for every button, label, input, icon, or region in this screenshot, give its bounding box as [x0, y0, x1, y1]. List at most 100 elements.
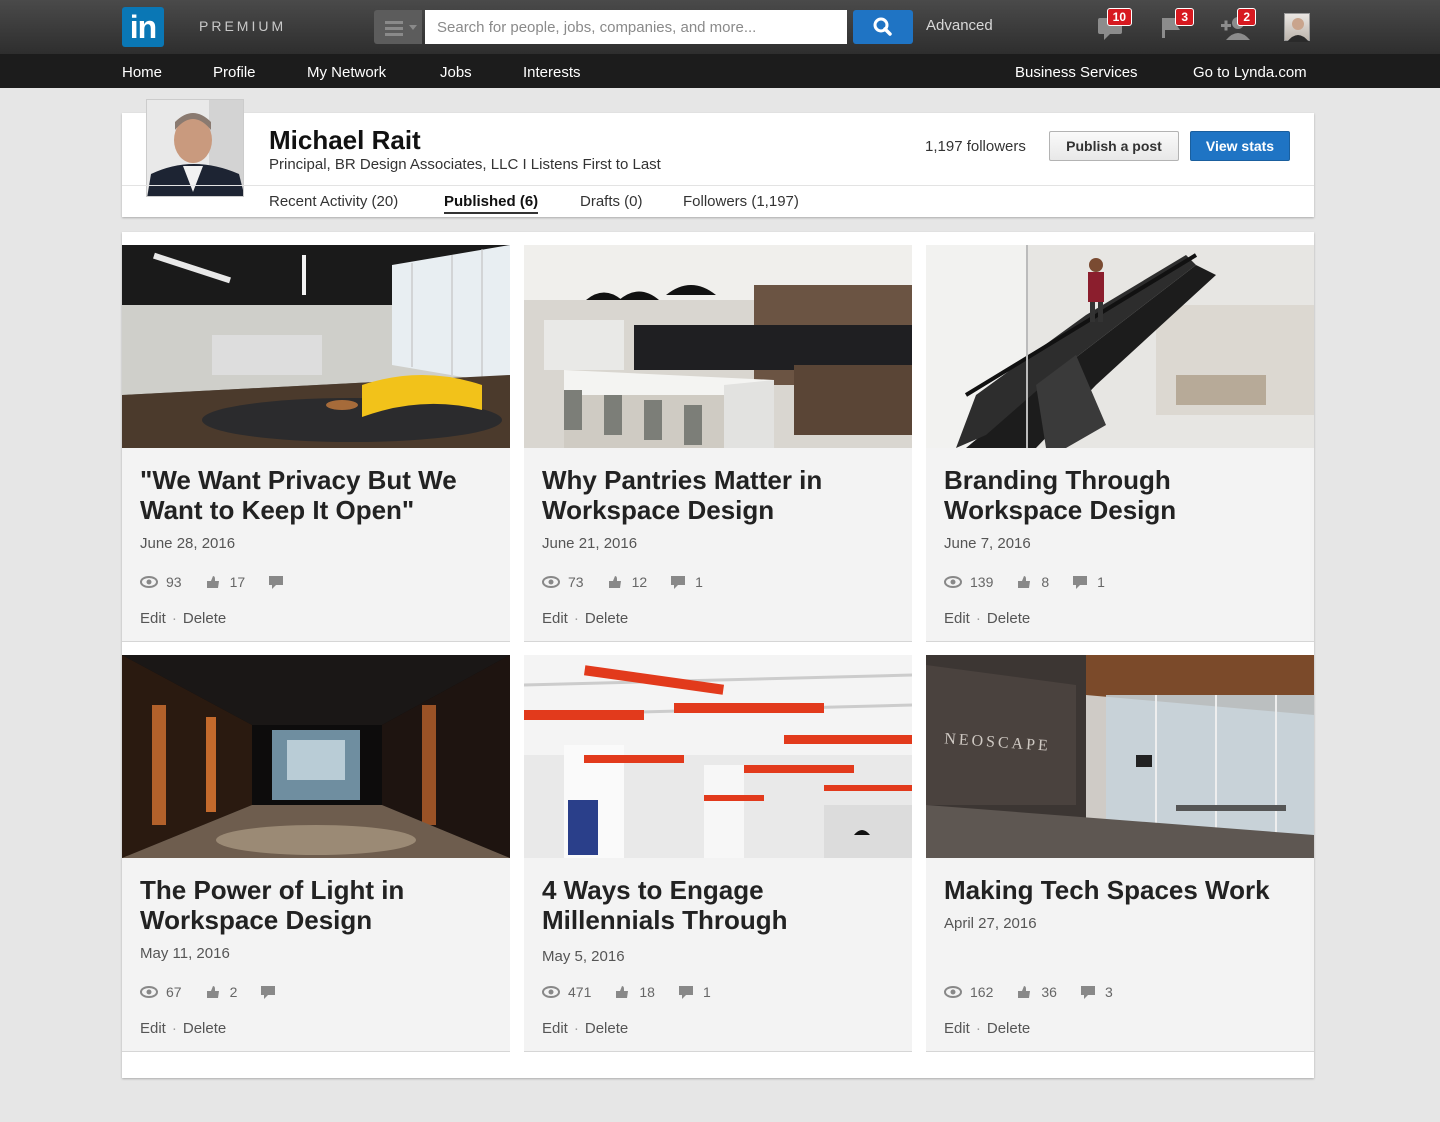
- post-title[interactable]: Why Pantries Matter in Workspace Design: [542, 465, 902, 525]
- edit-link[interactable]: Edit: [542, 610, 568, 627]
- post-image-corridor: [122, 655, 510, 858]
- like-icon: [608, 576, 621, 588]
- edit-link[interactable]: Edit: [944, 1020, 970, 1037]
- delete-link[interactable]: Delete: [183, 1020, 226, 1037]
- post-thumbnail[interactable]: [524, 655, 912, 858]
- views-icon: [944, 986, 962, 998]
- views-count: 73: [568, 574, 584, 590]
- nav-home[interactable]: Home: [122, 64, 162, 81]
- delete-link[interactable]: Delete: [585, 1020, 628, 1037]
- post-card[interactable]: The Power of Light in Workspace Design M…: [122, 655, 510, 1052]
- avatar-image: [1287, 18, 1309, 42]
- post-thumbnail[interactable]: NEOSCAPE: [926, 655, 1314, 858]
- post-date: June 28, 2016: [140, 535, 236, 552]
- views-count: 471: [568, 984, 592, 1000]
- messages-button[interactable]: 10: [1094, 8, 1132, 44]
- post-date: May 5, 2016: [542, 948, 625, 965]
- linkedin-logo[interactable]: in: [122, 7, 164, 47]
- post-card[interactable]: Why Pantries Matter in Workspace Design …: [524, 245, 912, 642]
- post-date: April 27, 2016: [944, 915, 1037, 932]
- post-image-red-lights: [524, 655, 912, 858]
- search-category-menu-button[interactable]: [374, 10, 422, 44]
- post-stats: 67 2: [140, 983, 307, 1001]
- post-date: June 21, 2016: [542, 535, 638, 552]
- delete-link[interactable]: Delete: [585, 610, 628, 627]
- post-stats: 471 18 1: [542, 983, 733, 1001]
- nav-my-network[interactable]: My Network: [307, 64, 386, 81]
- post-image-pantry: [524, 245, 912, 448]
- post-title[interactable]: Making Tech Spaces Work: [944, 875, 1304, 905]
- tab-followers[interactable]: Followers (1,197): [683, 193, 799, 210]
- post-date: May 11, 2016: [140, 945, 230, 962]
- delete-link[interactable]: Delete: [987, 610, 1030, 627]
- post-stats: 162 36 3: [944, 983, 1135, 1001]
- nav-profile[interactable]: Profile: [213, 64, 256, 81]
- views-count: 67: [166, 984, 182, 1000]
- post-actions: Edit · Delete: [140, 1020, 226, 1037]
- edit-link[interactable]: Edit: [140, 1020, 166, 1037]
- post-card[interactable]: "We Want Privacy But We Want to Keep It …: [122, 245, 510, 642]
- search-button[interactable]: [853, 10, 913, 44]
- views-icon: [944, 576, 962, 588]
- post-title[interactable]: The Power of Light in Workspace Design: [140, 875, 500, 935]
- post-stats: 93 17: [140, 573, 315, 591]
- post-title[interactable]: Branding Through Workspace Design: [944, 465, 1304, 525]
- like-icon: [206, 986, 219, 998]
- tab-drafts[interactable]: Drafts (0): [580, 193, 643, 210]
- post-thumbnail[interactable]: [524, 245, 912, 448]
- action-separator: ·: [975, 610, 981, 627]
- views-count: 162: [970, 984, 994, 1000]
- post-date: June 7, 2016: [944, 535, 1031, 552]
- post-title[interactable]: "We Want Privacy But We Want to Keep It …: [140, 465, 500, 525]
- views-icon: [140, 986, 158, 998]
- post-stats: 73 12 1: [542, 573, 725, 591]
- notifications-button[interactable]: 3: [1156, 8, 1194, 44]
- post-title[interactable]: 4 Ways to Engage Millennials Through: [542, 875, 902, 935]
- post-thumbnail[interactable]: [122, 655, 510, 858]
- edit-link[interactable]: Edit: [140, 610, 166, 627]
- likes-count: 17: [229, 574, 246, 590]
- account-avatar[interactable]: [1284, 13, 1310, 42]
- post-thumbnail[interactable]: [122, 245, 510, 448]
- edit-link[interactable]: Edit: [944, 610, 970, 627]
- main-nav: Home Profile My Network Jobs Interests B…: [0, 54, 1440, 88]
- view-stats-button[interactable]: View stats: [1190, 131, 1290, 161]
- invitations-button[interactable]: 2: [1218, 8, 1256, 44]
- comments-count: 3: [1104, 984, 1113, 1000]
- nav-lynda[interactable]: Go to Lynda.com: [1193, 64, 1307, 81]
- profile-name: Michael Rait: [269, 125, 421, 155]
- nav-business-services[interactable]: Business Services: [1015, 64, 1138, 81]
- profile-header: Michael Rait Principal, BR Design Associ…: [122, 99, 1314, 217]
- delete-link[interactable]: Delete: [987, 1020, 1030, 1037]
- post-thumbnail[interactable]: [926, 245, 1314, 448]
- views-count: 139: [970, 574, 994, 590]
- publish-post-button[interactable]: Publish a post: [1049, 131, 1179, 161]
- nav-jobs[interactable]: Jobs: [440, 64, 472, 81]
- likes-count: 18: [639, 984, 655, 1000]
- likes-count: 2: [229, 984, 238, 1000]
- post-card[interactable]: Branding Through Workspace Design June 7…: [926, 245, 1314, 642]
- tab-published[interactable]: Published (6): [444, 193, 539, 214]
- views-icon: [140, 576, 158, 588]
- likes-count: 8: [1041, 574, 1050, 590]
- followers-count: 1,197 followers: [925, 138, 1026, 155]
- edit-link[interactable]: Edit: [542, 1020, 568, 1037]
- notifications-badge: 3: [1175, 8, 1194, 26]
- profile-photo[interactable]: [146, 99, 244, 197]
- comments-count: 1: [702, 984, 711, 1000]
- invitations-badge: 2: [1237, 8, 1256, 26]
- views-count: 93: [166, 574, 182, 590]
- tab-recent-activity[interactable]: Recent Activity (20): [269, 193, 398, 210]
- nav-interests[interactable]: Interests: [523, 64, 581, 81]
- messages-badge: 10: [1106, 8, 1132, 26]
- delete-link[interactable]: Delete: [183, 610, 226, 627]
- post-card[interactable]: 4 Ways to Engage Millennials Through May…: [524, 655, 912, 1052]
- post-card[interactable]: NEOSCAPE Making Tech Spaces Work April 2…: [926, 655, 1314, 1052]
- advanced-search-link[interactable]: Advanced: [926, 17, 993, 34]
- like-icon: [1018, 576, 1031, 588]
- action-separator: ·: [573, 1020, 579, 1037]
- comments-count: 1: [695, 574, 703, 590]
- search-input[interactable]: [425, 10, 847, 44]
- comment-icon: [1073, 576, 1088, 589]
- like-icon: [206, 576, 219, 588]
